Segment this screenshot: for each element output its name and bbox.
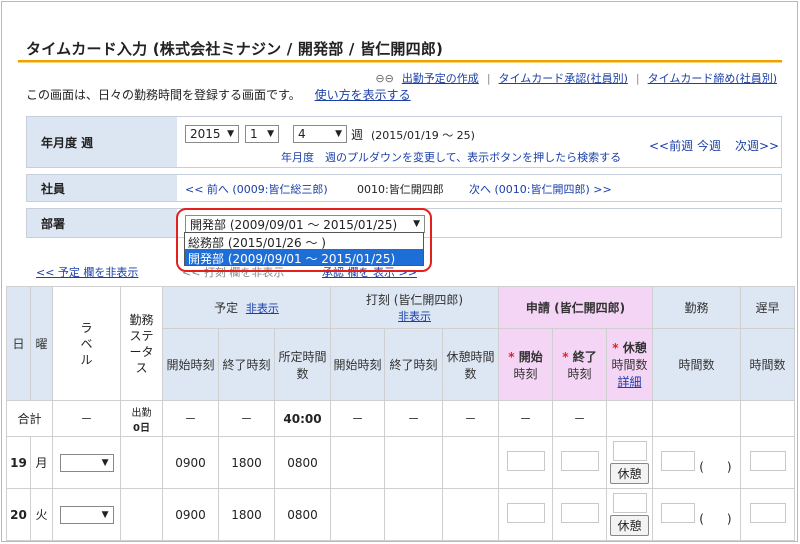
col-plan: 予定 非表示	[162, 286, 331, 329]
work-hours-input[interactable]	[661, 503, 696, 523]
month-select[interactable]: 1 ▼	[245, 125, 279, 143]
col-stamp-break: 休憩時間数	[442, 328, 499, 401]
link-icon: ⊖⊖	[375, 71, 394, 85]
link-timecard-approval[interactable]: タイムカード承認(社員別)	[499, 70, 628, 86]
week-panel-label: 年月度 週	[27, 117, 177, 167]
chevron-down-icon: ▼	[101, 509, 109, 520]
stamp-hide-link[interactable]: 非表示	[331, 308, 498, 324]
late-hours-input[interactable]	[749, 503, 786, 523]
week-panel: 年月度 週 2015 ▼ 1 ▼ 4 ▼ 週 (2015/01/19 ～ 25) 年月…	[26, 116, 782, 168]
detail-link[interactable]: 詳細	[607, 373, 652, 390]
page-description: この画面は、日々の勤務時間を登録する画面です。 使い方を表示する	[26, 88, 411, 102]
col-status: 勤務ステータス	[120, 286, 163, 401]
page-frame: タイムカード入力 (株式会社ミナジン / 開発部 / 皆仁開四郎) ⊖⊖ 出勤予…	[1, 1, 798, 542]
col-stamp-end: 終了時刻	[384, 328, 443, 401]
req-end-input[interactable]	[560, 451, 599, 471]
next-employee-link[interactable]: 次へ (0010:皆仁開四郎) >>	[469, 181, 612, 197]
col-work: 勤務	[652, 286, 741, 329]
week-range: (2015/01/19 ～ 25)	[371, 129, 475, 142]
total-label: 合計	[6, 400, 53, 437]
year-select[interactable]: 2015 ▼	[185, 125, 239, 143]
chevron-down-icon: ▼	[267, 129, 274, 139]
link-attendance-plan[interactable]: 出勤予定の作成	[402, 70, 479, 86]
req-start-input[interactable]	[506, 503, 545, 523]
label-select[interactable]: ▼	[59, 505, 114, 524]
req-start-input[interactable]	[506, 451, 545, 471]
break-button[interactable]: 休憩	[610, 515, 649, 536]
req-end-input[interactable]	[560, 503, 599, 523]
col-late: 遅早	[740, 286, 795, 329]
col-req-break: * 休憩 時間数 詳細	[606, 328, 653, 401]
this-week-link[interactable]: 今週	[697, 137, 721, 154]
link-timecard-close[interactable]: タイムカード締め(社員別)	[648, 70, 777, 86]
week-select[interactable]: 4 ▼	[293, 125, 347, 143]
work-hours-input[interactable]	[661, 451, 696, 471]
col-req-end: * 終了 時刻	[552, 328, 607, 401]
col-stamp: 打刻 (皆仁開四郎) 非表示	[330, 286, 499, 329]
employee-panel-label: 社員	[27, 175, 177, 201]
total-scheduled: 40:00	[274, 400, 331, 437]
prev-week-link[interactable]: <<前週	[649, 137, 693, 154]
label-select[interactable]: ▼	[59, 453, 114, 472]
top-links: ⊖⊖ 出勤予定の作成 | タイムカード承認(社員別) | タイムカード締め(社員…	[375, 70, 777, 86]
page-title: タイムカード入力 (株式会社ミナジン / 開発部 / 皆仁開四郎)	[26, 40, 444, 58]
chevron-down-icon: ▼	[227, 129, 234, 139]
req-break-input[interactable]	[612, 493, 647, 513]
col-day: 日	[6, 286, 31, 401]
col-req-start: * 開始 時刻	[498, 328, 553, 401]
current-employee: 0010:皆仁開四郎	[357, 183, 444, 196]
highlight-ring	[176, 208, 432, 272]
col-stamp-start: 開始時刻	[330, 328, 385, 401]
chevron-down-icon: ▼	[335, 129, 342, 139]
col-work-hours: 時間数	[652, 328, 741, 401]
title-underline-light	[18, 62, 782, 63]
col-plan-end: 終了時刻	[218, 328, 275, 401]
total-attend: 出勤 0日	[120, 400, 163, 437]
timecard-table: 日 曜 ラベル 勤務ステータス 予定 非表示 打刻 (皆仁開四郎) 非表示 申請 …	[6, 286, 797, 541]
howto-link[interactable]: 使い方を表示する	[315, 88, 411, 102]
table-row: 20 火 ▼ 0900 1800 0800 休憩 ( )	[6, 488, 795, 541]
col-plan-start: 開始時刻	[162, 328, 219, 401]
break-button[interactable]: 休憩	[610, 463, 649, 484]
week-hint: 年月度 週のプルダウンを変更して、表示ボタンを押したら検索する	[281, 151, 622, 164]
col-late-hours: 時間数	[740, 328, 795, 401]
table-row: 19 月 ▼ 0900 1800 0800 休憩 ( )	[6, 436, 795, 489]
dept-panel-label: 部署	[27, 209, 177, 237]
prev-employee-link[interactable]: << 前へ (0009:皆仁総三郎)	[185, 181, 328, 197]
plan-hide-toggle[interactable]: << 予定 欄を非表示	[36, 264, 138, 280]
late-hours-input[interactable]	[749, 451, 786, 471]
col-label: ラベル	[52, 286, 121, 401]
req-break-input[interactable]	[612, 441, 647, 461]
col-plan-scheduled: 所定時間数	[274, 328, 331, 401]
plan-hide-link[interactable]: 非表示	[246, 302, 279, 315]
total-row: 合計 － 出勤 0日 － － 40:00 － － － － －	[6, 400, 795, 437]
chevron-down-icon: ▼	[101, 457, 109, 468]
week-suffix: 週	[351, 128, 364, 142]
employee-panel: 社員 << 前へ (0009:皆仁総三郎) 0010:皆仁開四郎 次へ (001…	[26, 174, 782, 202]
col-weekday: 曜	[30, 286, 53, 401]
next-week-link[interactable]: 次週>>	[735, 137, 779, 154]
col-request: 申請 (皆仁開四郎)	[498, 286, 653, 329]
